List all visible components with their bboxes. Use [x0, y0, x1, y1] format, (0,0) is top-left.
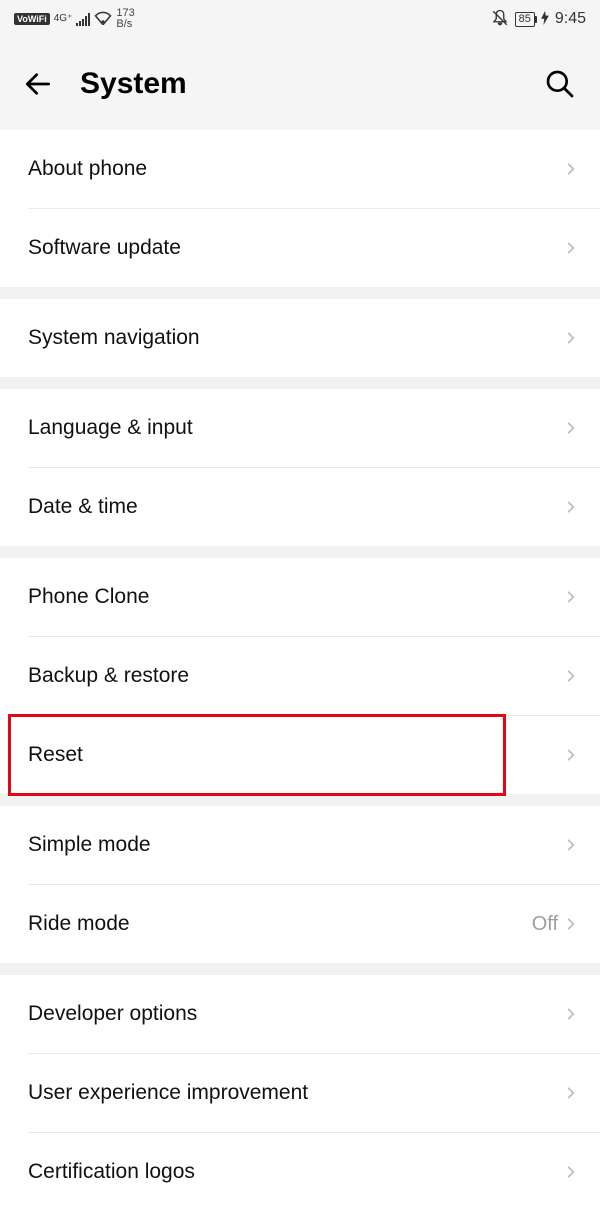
row-reset[interactable]: Reset — [0, 716, 600, 794]
row-label: User experience improvement — [28, 1081, 564, 1105]
row-label: About phone — [28, 157, 564, 181]
speed-unit: B/s — [116, 19, 134, 30]
chevron-right-icon — [564, 1007, 578, 1021]
settings-group: About phone Software update — [0, 130, 600, 287]
signal-icon — [76, 13, 90, 26]
chevron-right-icon — [564, 1086, 578, 1100]
row-label: Certification logos — [28, 1160, 564, 1184]
chevron-right-icon — [564, 500, 578, 514]
row-date-time[interactable]: Date & time — [0, 468, 600, 546]
row-value: Off — [532, 913, 558, 936]
settings-group: Phone Clone Backup & restore Reset — [0, 558, 600, 794]
chevron-right-icon — [564, 917, 578, 931]
row-label: Backup & restore — [28, 664, 564, 688]
row-certification-logos[interactable]: Certification logos — [0, 1133, 600, 1211]
status-left: VoWiFi 4G⁺ 173 B/s — [14, 8, 135, 30]
row-developer-options[interactable]: Developer options — [0, 975, 600, 1053]
back-button[interactable] — [22, 68, 54, 100]
row-system-navigation[interactable]: System navigation — [0, 299, 600, 377]
clock: 9:45 — [555, 10, 586, 28]
dnd-icon — [491, 9, 509, 30]
chevron-right-icon — [564, 421, 578, 435]
row-label: Developer options — [28, 1002, 564, 1026]
settings-group: Developer options User experience improve… — [0, 975, 600, 1211]
chevron-right-icon — [564, 748, 578, 762]
status-bar: VoWiFi 4G⁺ 173 B/s 85 9:45 — [0, 0, 600, 38]
search-button[interactable] — [544, 68, 576, 100]
chevron-right-icon — [564, 838, 578, 852]
status-right: 85 9:45 — [491, 9, 586, 30]
row-simple-mode[interactable]: Simple mode — [0, 806, 600, 884]
settings-group: Language & input Date & time — [0, 389, 600, 546]
row-label: Simple mode — [28, 833, 564, 857]
row-user-experience-improvement[interactable]: User experience improvement — [0, 1054, 600, 1132]
app-header: System — [0, 38, 600, 130]
row-language-input[interactable]: Language & input — [0, 389, 600, 467]
row-label: Date & time — [28, 495, 564, 519]
chevron-right-icon — [564, 331, 578, 345]
page-title: System — [80, 67, 544, 101]
row-phone-clone[interactable]: Phone Clone — [0, 558, 600, 636]
network-speed: 173 B/s — [116, 8, 134, 30]
row-label: Software update — [28, 236, 564, 260]
chevron-right-icon — [564, 241, 578, 255]
row-label: Language & input — [28, 416, 564, 440]
charging-icon — [541, 11, 549, 28]
network-indicator: 4G⁺ — [54, 14, 73, 24]
battery-indicator: 85 — [515, 12, 535, 27]
row-about-phone[interactable]: About phone — [0, 130, 600, 208]
chevron-right-icon — [564, 1165, 578, 1179]
chevron-right-icon — [564, 590, 578, 604]
settings-group: Simple mode Ride modeOff — [0, 806, 600, 963]
chevron-right-icon — [564, 669, 578, 683]
row-ride-mode[interactable]: Ride modeOff — [0, 885, 600, 963]
row-label: System navigation — [28, 326, 564, 350]
chevron-right-icon — [564, 162, 578, 176]
row-label: Reset — [28, 743, 564, 767]
settings-group: System navigation — [0, 299, 600, 377]
row-label: Phone Clone — [28, 585, 564, 609]
row-backup-restore[interactable]: Backup & restore — [0, 637, 600, 715]
row-label: Ride mode — [28, 912, 532, 936]
row-software-update[interactable]: Software update — [0, 209, 600, 287]
vowifi-badge: VoWiFi — [14, 13, 50, 25]
wifi-icon — [94, 11, 112, 28]
